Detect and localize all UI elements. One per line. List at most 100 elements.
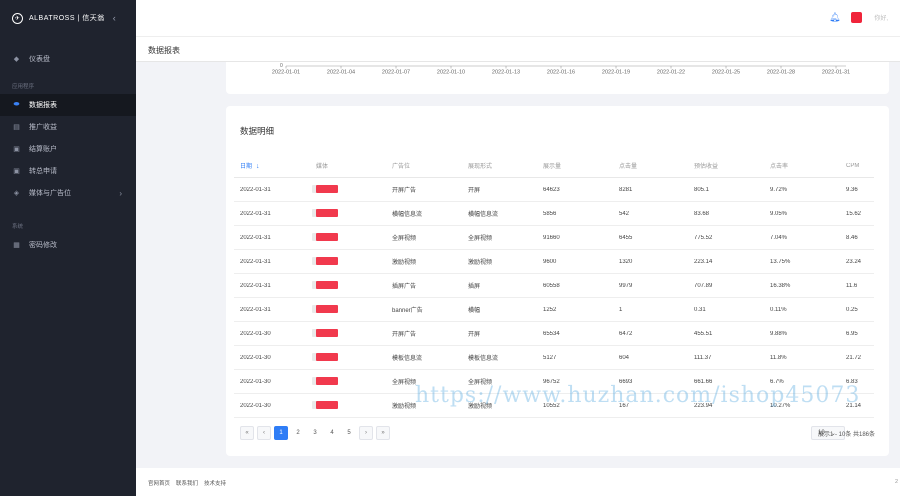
footer-links: 官网首页 联系我们 技术支持 [148,479,226,487]
footer-link[interactable]: 官网首页 [148,479,170,487]
bell-icon[interactable]: 🔔︎ [829,12,840,22]
table-cell: 2022-01-31 [240,234,271,241]
prev-page-button[interactable]: ‹ [257,426,271,440]
chevron-right-icon: › [119,188,122,198]
albatross-logo-icon: ✈ [12,12,23,24]
table-cell: 开屏广告 [392,188,417,194]
table-cell: 91660 [543,234,560,241]
table-cell: 横幅信息流 [468,212,499,218]
data-table: 日期 ↓ 媒体 广告位 展现形式 展示量 点击量 预估收益 点击率 CPM 202… [234,154,874,418]
table-cell: 全屏视频 [468,236,493,242]
book-icon: ▤ [13,124,20,131]
sidebar-item-change-password[interactable]: ▦ 密码修改 [0,234,136,256]
table-cell: 8.46 [846,234,858,241]
table-cell: 604 [619,354,630,361]
table-cell: 9600 [543,258,557,265]
sidebar-item-settlement-account[interactable]: ▣ 结算账户 [0,138,136,160]
table-cell: 21.72 [846,354,862,361]
table-cell: 插屏广告 [392,284,417,290]
sidebar-item-label: 仪表盘 [29,56,50,63]
table-cell: 0.31 [694,306,706,313]
x-tick-label: 2022-01-19 [602,70,630,76]
table-cell: 83.68 [694,210,710,217]
table-row: 2022-01-30 开屏广告 开屏 65534 6472 455.51 9.88% 6.95 [234,322,874,346]
sidebar-item-label: 结算账户 [29,146,57,153]
table-cell: 11.8% [770,354,787,361]
first-page-button[interactable]: « [240,426,254,440]
table-row: 2022-01-30 模板信息流 模板信息流 5127 604 111.37 11.8% 21… [234,346,874,370]
page-number-button[interactable]: 1 [274,426,288,440]
media-name-redacted [310,352,386,363]
table-cell: 775.52 [694,234,713,241]
column-header: 点击率 [770,164,789,170]
sidebar-item-label: 推广收益 [29,124,57,131]
user-greeting[interactable]: 你好, [874,13,888,22]
sidebar-item-promo-income[interactable]: ▤ 推广收益 [0,116,136,138]
table-cell: 2022-01-30 [240,330,271,337]
page-number-button[interactable]: 2 [291,426,305,440]
sidebar-item-label: 密码修改 [29,242,57,249]
table-cell: 模板信息流 [468,356,499,362]
watermark: https://www.huzhan.com/ishop45073 [415,383,861,408]
table-cell: 455.51 [694,330,713,337]
sidebar-item-media-adslot[interactable]: ◈ 媒体与广告位 › [0,182,136,204]
x-tick-label: 2022-01-31 [822,70,850,76]
footer-link[interactable]: 技术支持 [204,479,226,487]
table-row: 2022-01-31 全屏视频 全屏视频 91660 6455 775.52 7.04% 8.… [234,226,874,250]
media-name-redacted [310,184,386,195]
table-cell: 2022-01-31 [240,306,271,313]
table-cell: 6455 [619,234,633,241]
last-page-button[interactable]: » [376,426,390,440]
table-cell: 全屏视频 [392,236,417,242]
redaction-block [316,208,338,217]
media-name-redacted [310,208,386,219]
sidebar-item-label: 转总申请 [29,168,57,175]
column-header-date[interactable]: 日期 ↓ [234,161,310,170]
table-cell: 0.11% [770,306,787,313]
table-row: 2022-01-31 激励视频 激励视频 9600 1320 223.14 13.75% 23… [234,250,874,274]
table-cell: 开屏广告 [392,332,417,338]
x-tick-label: 2022-01-01 [272,70,300,76]
column-header: 点击量 [619,164,638,170]
table-cell: 9.05% [770,210,788,217]
table-cell: 激励视频 [468,260,493,266]
sidebar-item-transfer-apply[interactable]: ▣ 转总申请 [0,160,136,182]
redaction-block [316,256,338,265]
column-header: CPM [846,162,860,169]
table-cell: 1320 [619,258,633,265]
table-row: 2022-01-31 开屏广告 开屏 64623 8281 805.1 9.72% 9.36 [234,178,874,202]
sidebar-item-data-report[interactable]: ⬬ 数据报表 [0,94,136,116]
redaction-block [316,280,338,289]
page-number-button[interactable]: 3 [308,426,322,440]
table-cell: 16.38% [770,282,791,289]
next-page-button[interactable]: › [359,426,373,440]
sidebar-item-dashboard[interactable]: ◆ 仪表盘 [0,48,136,70]
table-row: 2022-01-31 banner广告 横幅 1252 1 0.31 0.11% 0.25 [234,298,874,322]
table-cell: 13.75% [770,258,791,265]
x-tick-label: 2022-01-25 [712,70,740,76]
table-cell: 2022-01-31 [240,210,271,217]
brand[interactable]: ✈ ALBATROSS | 信天翁 ‹ [0,0,136,36]
page-number-button[interactable]: 4 [325,426,339,440]
top-bar: 🔔︎ 你好, [136,0,900,36]
table-cell: 6.95 [846,330,858,337]
table-cell: 9.88% [770,330,788,337]
x-tick-label: 2022-01-04 [327,70,355,76]
table-cell: 65534 [543,330,560,337]
collapse-sidebar-icon[interactable]: ‹ [113,13,117,23]
table-cell: 9.72% [770,186,788,193]
card-icon: ▣ [13,146,20,153]
redaction-block [316,400,338,409]
page-header: 数据报表 [136,36,900,62]
x-tick-label: 2022-01-13 [492,70,520,76]
media-name-redacted [310,256,386,267]
sort-desc-icon[interactable]: ↓ [256,163,260,170]
table-cell: 0.25 [846,306,858,313]
avatar[interactable] [851,12,862,23]
footer-link[interactable]: 联系我们 [176,479,198,487]
media-name-redacted [310,328,386,339]
table-header-row: 日期 ↓ 媒体 广告位 展现形式 展示量 点击量 预估收益 点击率 CPM [234,154,874,178]
column-header: 媒体 [316,164,329,170]
page-number-button[interactable]: 5 [342,426,356,440]
table-cell: 223.14 [694,258,713,265]
